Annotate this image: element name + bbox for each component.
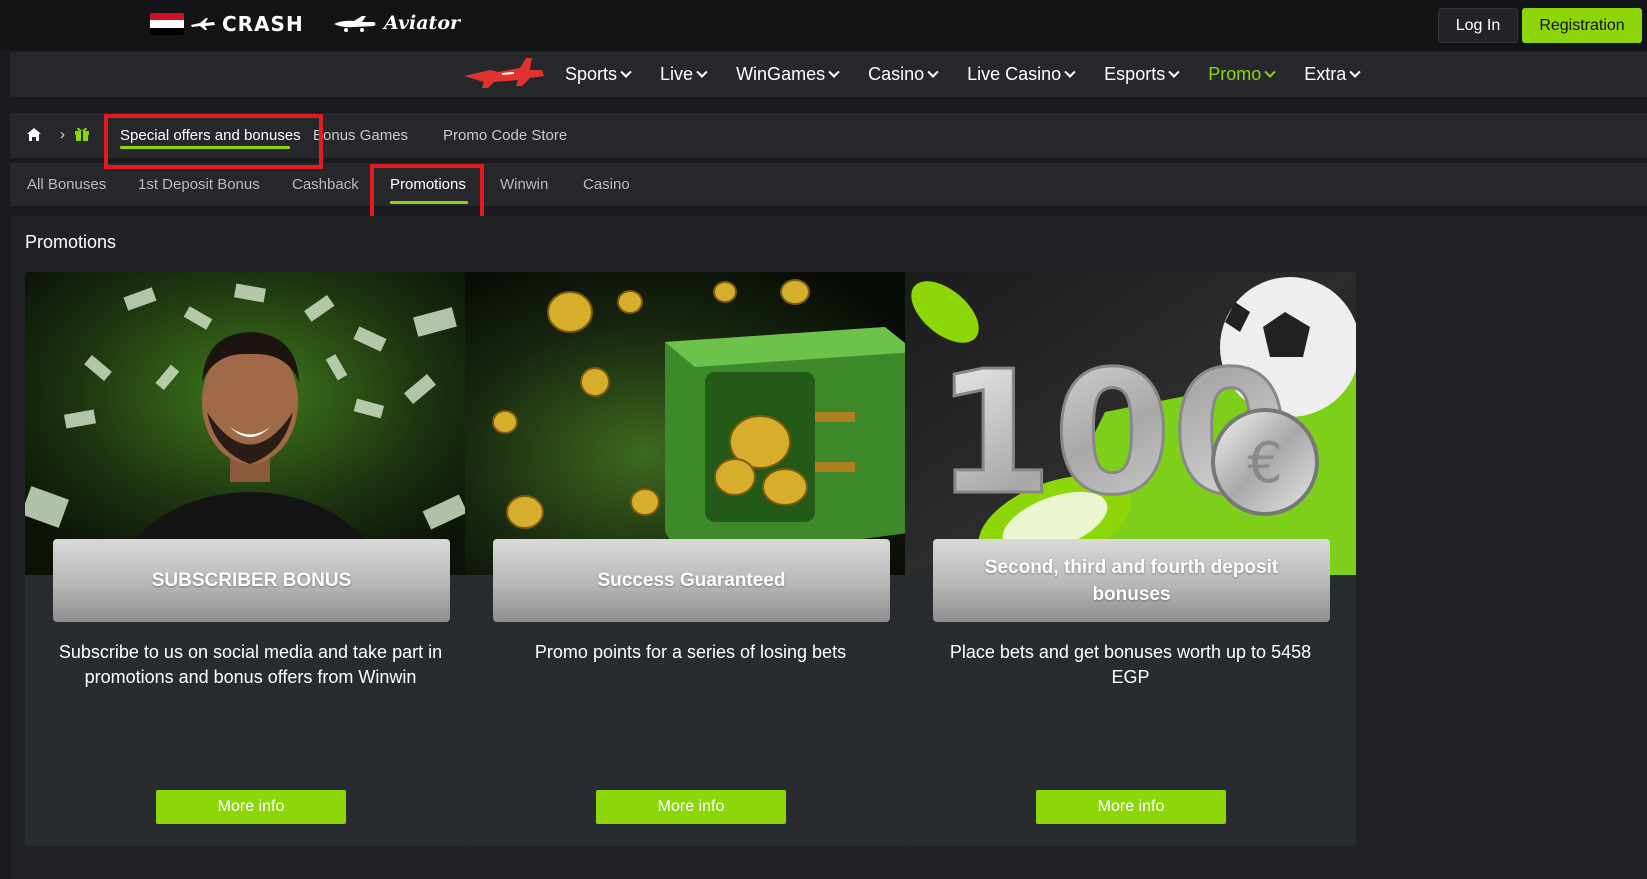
subtab-cashback[interactable]: Cashback <box>292 163 359 206</box>
tab-promo-code-store[interactable]: Promo Code Store <box>443 113 567 158</box>
aviator-plane-icon <box>334 16 376 32</box>
euro-icon: € <box>1247 431 1283 496</box>
promo-card[interactable]: 100 € Second, third and fourth deposit b… <box>905 272 1356 846</box>
tab-bonus-games[interactable]: Bonus Games <box>313 113 408 158</box>
chevron-down-icon <box>620 66 632 78</box>
promo-card[interactable]: Success Guaranteed Promo points for a se… <box>465 272 916 846</box>
tab-promo-code-store-label: Promo Code Store <box>443 127 568 144</box>
nav-sports[interactable]: Sports <box>565 64 632 85</box>
subtab-winwin-label: Winwin <box>500 176 549 193</box>
crash-label: CRASH <box>222 12 304 36</box>
highlight-special-offers <box>104 114 323 169</box>
card-description: Place bets and get bonuses worth up to 5… <box>949 642 1312 687</box>
nav-live-casino-label: Live Casino <box>967 64 1062 84</box>
egypt-flag-icon <box>150 13 184 35</box>
subtab-first-deposit-label: 1st Deposit Bonus <box>138 176 260 193</box>
chevron-down-icon <box>927 66 939 78</box>
nav-casino[interactable]: Casino <box>868 64 939 85</box>
nav-wingames-label: WinGames <box>736 64 826 84</box>
chevron-down-icon <box>1264 66 1276 78</box>
top-bar: CRASH Aviator Log In Registration <box>0 0 1647 50</box>
subtab-all-bonuses[interactable]: All Bonuses <box>27 163 106 206</box>
subtab-cashback-label: Cashback <box>292 176 359 193</box>
card-image-deposit: 100 € <box>905 272 1356 575</box>
nav-live-label: Live <box>660 64 694 84</box>
registration-button[interactable]: Registration <box>1522 8 1642 43</box>
bonus-subtabs: All Bonuses 1st Deposit Bonus Cashback P… <box>10 163 1647 206</box>
nav-sports-label: Sports <box>565 64 618 84</box>
subtab-all-bonuses-label: All Bonuses <box>27 176 107 193</box>
chevron-down-icon <box>696 66 708 78</box>
nav-live[interactable]: Live <box>660 64 708 85</box>
subtab-first-deposit[interactable]: 1st Deposit Bonus <box>138 163 260 206</box>
aviator-label: Aviator <box>384 12 460 34</box>
more-info-button[interactable]: More info <box>596 790 786 824</box>
subtab-winwin[interactable]: Winwin <box>500 163 548 206</box>
more-info-button[interactable]: More info <box>156 790 346 824</box>
nav-esports-label: Esports <box>1104 64 1166 84</box>
card-image-safe <box>465 272 916 575</box>
chevron-down-icon <box>1168 66 1180 78</box>
login-button[interactable]: Log In <box>1438 8 1518 43</box>
home-icon[interactable] <box>26 127 42 142</box>
subtab-casino-label: Casino <box>583 176 630 193</box>
chevron-down-icon <box>1349 66 1361 78</box>
crash-game-link[interactable]: CRASH <box>150 12 304 36</box>
chevron-right-icon: › <box>60 126 65 143</box>
more-info-button[interactable]: More info <box>1036 790 1226 824</box>
nav-extra-label: Extra <box>1304 64 1347 84</box>
nav-esports[interactable]: Esports <box>1104 64 1180 85</box>
section-title: Promotions <box>25 232 117 252</box>
logo-plane-icon[interactable] <box>460 54 550 94</box>
nav-promo-label: Promo <box>1208 64 1262 84</box>
card-title: Success Guaranteed <box>493 539 890 622</box>
main-nav: Sports Live WinGames Casino Live Casino … <box>10 52 1647 97</box>
aviator-game-link[interactable]: Aviator <box>332 12 460 34</box>
nav-wingames[interactable]: WinGames <box>736 64 840 85</box>
subtab-casino[interactable]: Casino <box>583 163 630 206</box>
nav-casino-label: Casino <box>868 64 925 84</box>
highlight-promotions <box>370 164 484 221</box>
tab-bonus-games-label: Bonus Games <box>313 127 409 144</box>
chevron-down-icon <box>828 66 840 78</box>
card-title: SUBSCRIBER BONUS <box>53 539 450 622</box>
nav-extra[interactable]: Extra <box>1304 64 1361 85</box>
plane-icon <box>191 18 215 30</box>
chevron-down-icon <box>1064 66 1076 78</box>
card-title: Second, third and fourth deposit bonuses <box>933 539 1330 622</box>
nav-live-casino[interactable]: Live Casino <box>967 64 1076 85</box>
card-description: Subscribe to us on social media and take… <box>58 642 443 687</box>
card-image-subscriber <box>25 272 476 575</box>
promo-card[interactable]: SUBSCRIBER BONUS Subscribe to us on soci… <box>25 272 476 846</box>
card-description: Promo points for a series of losing bets <box>534 642 847 662</box>
nav-promo[interactable]: Promo <box>1208 64 1276 85</box>
gift-icon[interactable] <box>74 126 90 142</box>
